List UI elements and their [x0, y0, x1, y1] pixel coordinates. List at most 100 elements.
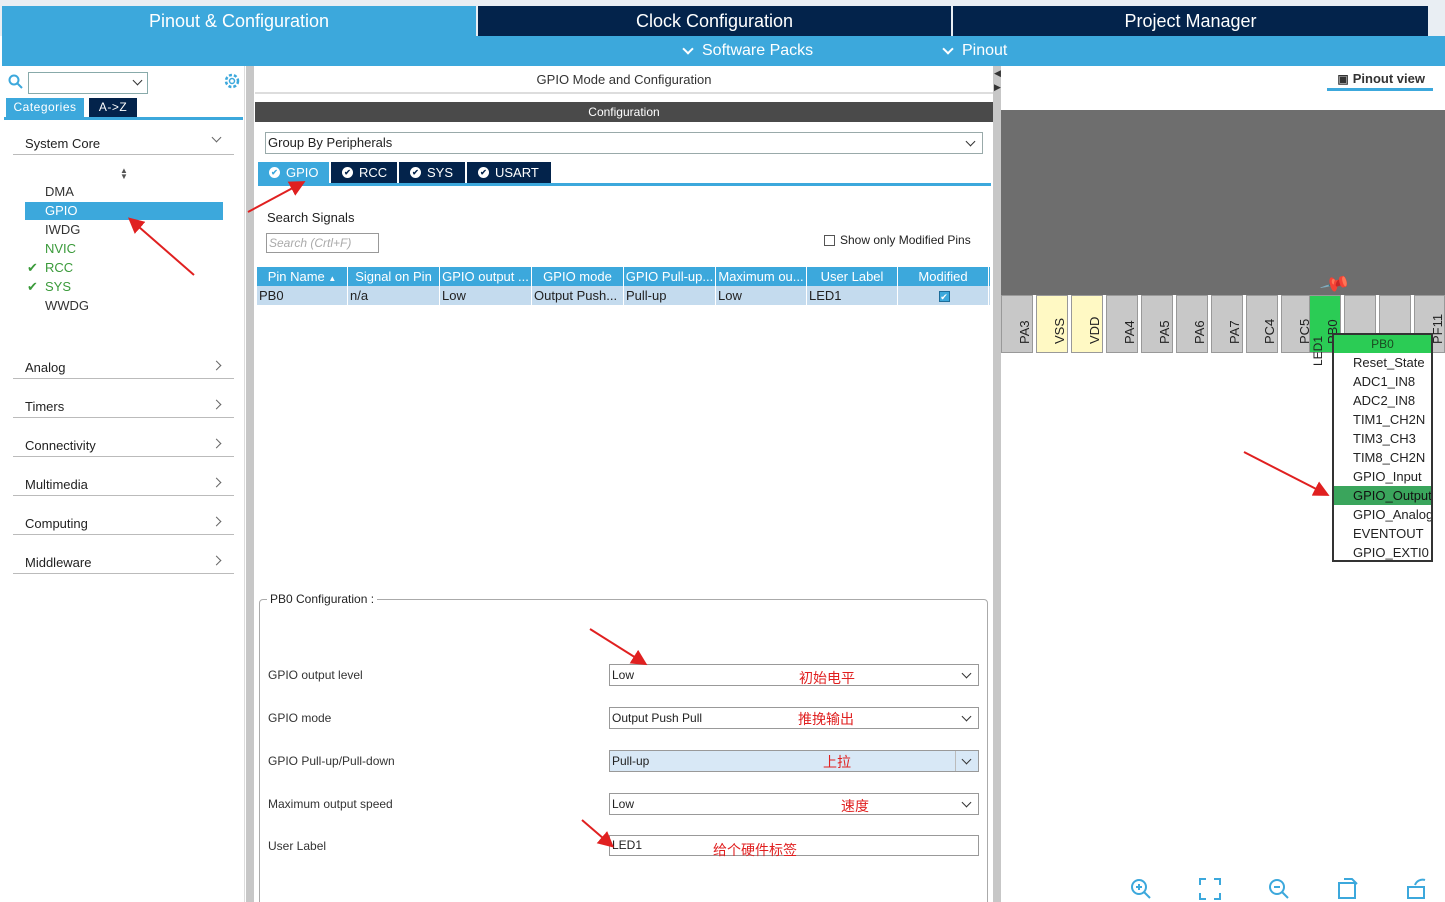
right-splitter[interactable]: ◀ ▶ — [993, 66, 1001, 902]
check-icon: ✔ — [27, 260, 38, 275]
category-search-input[interactable] — [28, 72, 148, 94]
pinout-view-tab[interactable]: ▣ Pinout view — [1327, 71, 1433, 91]
pinout-menu[interactable]: Pinout — [942, 42, 1007, 60]
export-icon[interactable] — [1336, 877, 1360, 901]
col-pull[interactable]: GPIO Pull-up... — [624, 267, 716, 286]
tab-a-to-z[interactable]: A->Z — [89, 98, 137, 117]
menu-item[interactable]: ADC2_IN8 — [1334, 391, 1431, 410]
sidebar-item-wwdg[interactable]: WWDG — [25, 297, 223, 315]
max-speed-select[interactable]: Low — [609, 793, 979, 815]
check-icon: ✔ — [27, 279, 38, 294]
peripheral-tabs: ✔ GPIO ✔ RCC ✔ SYS ✔ USART — [258, 162, 991, 186]
sidebar-item-sys[interactable]: ✔ SYS — [25, 278, 223, 296]
gpio-pull-select[interactable]: Pull-up — [609, 750, 979, 772]
menu-item[interactable]: GPIO_Analog — [1334, 505, 1431, 524]
collapse-right-icon[interactable]: ▶ — [994, 82, 1001, 93]
checkbox-checked-icon[interactable]: ✔ — [938, 291, 950, 302]
group-by-select[interactable]: Group By Peripherals — [265, 132, 983, 154]
sidebar-item-gpio[interactable]: GPIO — [25, 202, 223, 220]
checkbox[interactable] — [824, 234, 835, 246]
pin-pa3[interactable]: PA3 — [1001, 295, 1033, 353]
tab-project-manager[interactable]: Project Manager — [953, 6, 1428, 36]
col-max-speed[interactable]: Maximum ou... — [716, 267, 807, 286]
show-modified-checkbox[interactable]: Show only Modified Pins — [824, 233, 971, 247]
col-user-label[interactable]: User Label — [807, 267, 898, 286]
section-system-core[interactable]: System Core — [13, 132, 234, 155]
left-splitter[interactable] — [246, 66, 254, 902]
menu-item-selected[interactable]: GPIO_Output — [1334, 486, 1431, 505]
menu-item[interactable]: EVENTOUT — [1334, 524, 1431, 543]
section-computing[interactable]: Computing — [13, 513, 234, 535]
tab-clock-configuration[interactable]: Clock Configuration — [478, 6, 951, 36]
menu-item[interactable]: Reset_State — [1334, 353, 1431, 372]
tab-gpio[interactable]: ✔ GPIO — [258, 162, 329, 183]
chevron-down-icon — [961, 797, 972, 808]
tab-pinout-configuration[interactable]: Pinout & Configuration — [2, 6, 476, 36]
item-label: SYS — [45, 279, 72, 294]
pin-pa5[interactable]: PA5 — [1141, 295, 1173, 353]
tab-usart[interactable]: ✔ USART — [467, 162, 551, 183]
section-middleware[interactable]: Middleware — [13, 552, 234, 574]
menu-item[interactable]: TIM3_CH3 — [1334, 429, 1431, 448]
search-signals-input[interactable]: Search (Crtl+F) — [266, 233, 379, 253]
select-value: Low — [612, 668, 635, 682]
sidebar-item-nvic[interactable]: NVIC — [25, 240, 223, 258]
pinout-panel: ▣ Pinout view PA3 VSS VDD PA4 PA5 PA6 PA… — [1001, 66, 1445, 902]
software-packs-menu[interactable]: Software Packs — [682, 42, 813, 60]
section-multimedia[interactable]: Multimedia — [13, 474, 234, 496]
sub-menu-bar: Software Packs Pinout — [2, 36, 1445, 66]
annotation-note: 速度 — [841, 798, 869, 814]
view-toolbar — [1124, 877, 1444, 902]
section-label: Multimedia — [25, 477, 88, 492]
header-label: Pin Name — [267, 269, 325, 284]
pin-vss[interactable]: VSS — [1036, 295, 1068, 353]
col-pin-name[interactable]: Pin Name ▲ — [257, 267, 348, 286]
chip-icon: ▣ — [1337, 71, 1349, 86]
gpio-output-level-select[interactable]: Low — [609, 664, 979, 686]
menu-item[interactable]: GPIO_EXTI0 — [1334, 543, 1431, 562]
pin-pa6[interactable]: PA6 — [1176, 295, 1208, 353]
col-signal[interactable]: Signal on Pin — [348, 267, 440, 286]
section-analog[interactable]: Analog — [13, 357, 234, 379]
collapse-left-icon[interactable]: ◀ — [994, 68, 1001, 79]
table-row[interactable]: PB0 n/a Low Output Push... Pull-up Low L… — [257, 286, 990, 305]
section-connectivity[interactable]: Connectivity — [13, 435, 234, 457]
search-icon[interactable] — [8, 74, 24, 90]
annotation-note: 初始电平 — [799, 670, 855, 686]
pin-pc4[interactable]: PC4 — [1246, 295, 1278, 353]
tab-sys[interactable]: ✔ SYS — [399, 162, 465, 183]
col-gpio-output[interactable]: GPIO output ... — [440, 267, 532, 286]
sort-icon[interactable]: ▲ ▼ — [120, 167, 128, 181]
pin-label: PA7 — [1227, 320, 1242, 344]
mode-configuration-panel: GPIO Mode and Configuration Configuratio… — [255, 66, 993, 902]
select-divider — [955, 751, 956, 771]
section-timers[interactable]: Timers — [13, 396, 234, 418]
menu-item[interactable]: ADC1_IN8 — [1334, 372, 1431, 391]
menu-item[interactable]: TIM1_CH2N — [1334, 410, 1431, 429]
pin-vdd[interactable]: VDD — [1071, 295, 1103, 353]
menu-item[interactable]: GPIO_Input — [1334, 467, 1431, 486]
rotate-icon[interactable] — [1405, 877, 1429, 901]
zoom-in-icon[interactable] — [1129, 877, 1153, 901]
gear-icon[interactable] — [223, 72, 241, 90]
tab-label: GPIO — [286, 165, 319, 180]
show-modified-label: Show only Modified Pins — [840, 233, 971, 247]
chevron-right-icon — [211, 516, 222, 527]
pin-pa7[interactable]: PA7 — [1211, 295, 1243, 353]
tab-categories[interactable]: Categories — [6, 98, 84, 117]
col-gpio-mode[interactable]: GPIO mode — [532, 267, 624, 286]
sidebar-item-iwdg[interactable]: IWDG — [25, 221, 223, 239]
pin-pa4[interactable]: PA4 — [1106, 295, 1138, 353]
menu-item[interactable]: TIM8_CH2N — [1334, 448, 1431, 467]
pin-label: VDD — [1087, 316, 1102, 344]
fit-screen-icon[interactable] — [1198, 877, 1222, 901]
pin-label: VSS — [1052, 317, 1067, 344]
sidebar-item-rcc[interactable]: ✔ RCC — [25, 259, 223, 277]
col-modified[interactable]: Modified — [898, 267, 989, 286]
sidebar-item-dma[interactable]: DMA — [25, 183, 223, 201]
zoom-out-icon[interactable] — [1267, 877, 1291, 901]
field-label: GPIO mode — [268, 711, 332, 725]
left-panel: Categories A->Z System Core ▲ ▼ DMA GPIO … — [2, 66, 245, 902]
gpio-mode-select[interactable]: Output Push Pull — [609, 707, 979, 729]
tab-rcc[interactable]: ✔ RCC — [331, 162, 397, 183]
